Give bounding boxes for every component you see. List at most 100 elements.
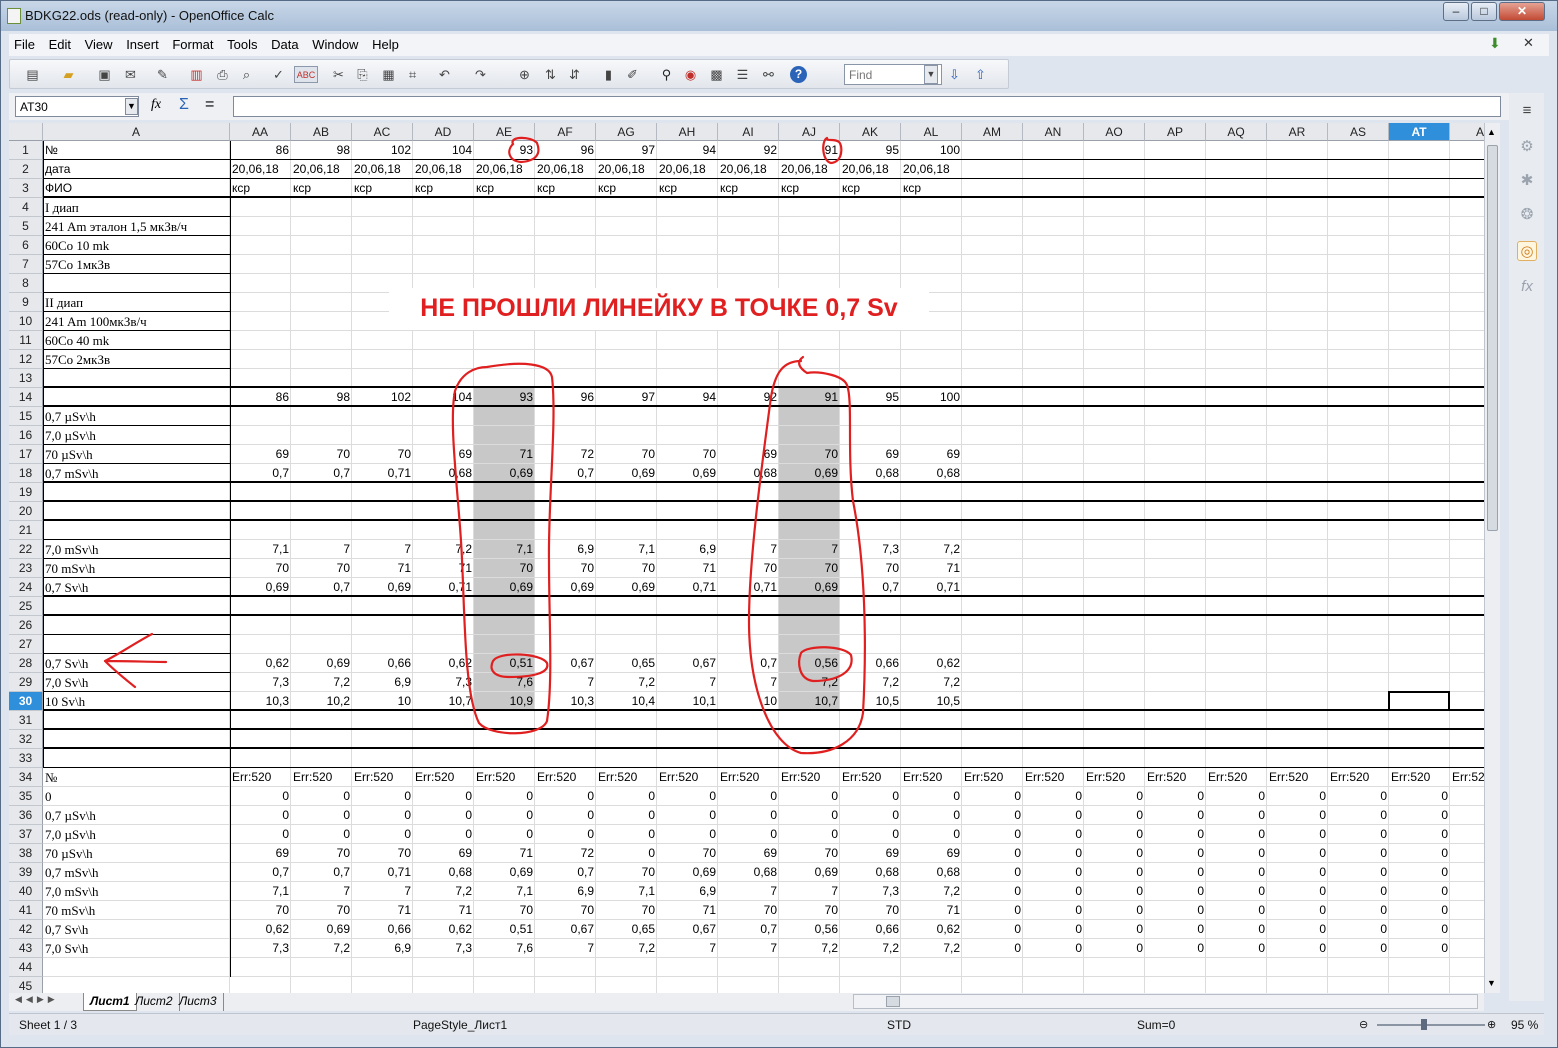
- function-wizard-icon[interactable]: fx: [151, 97, 161, 113]
- cut-icon[interactable]: ✂: [330, 66, 347, 83]
- data-cell[interactable]: 0,69: [779, 865, 840, 880]
- data-cell[interactable]: 0: [1328, 941, 1389, 956]
- label-cell[interactable]: №: [43, 143, 229, 158]
- data-cell[interactable]: Err:520: [1145, 770, 1206, 785]
- data-cell[interactable]: 0,62: [413, 922, 474, 937]
- hyperlink-icon[interactable]: ⊕: [516, 66, 533, 83]
- data-cell[interactable]: 69: [230, 447, 291, 462]
- data-cell[interactable]: 7: [352, 542, 413, 557]
- data-cell[interactable]: Err:520: [840, 770, 901, 785]
- data-cell[interactable]: 0: [1389, 941, 1450, 956]
- data-cell[interactable]: 70: [718, 561, 779, 576]
- column-header[interactable]: A: [1450, 123, 1484, 141]
- data-cell[interactable]: 7,2: [901, 941, 962, 956]
- row-header[interactable]: 16: [9, 426, 43, 445]
- data-cell[interactable]: 0,65: [596, 922, 657, 937]
- data-cell[interactable]: 0,69: [230, 580, 291, 595]
- label-cell[interactable]: 7,0 Sv\h: [43, 675, 229, 690]
- zoom-icon[interactable]: ⚯: [760, 66, 777, 83]
- data-cell[interactable]: 0: [1389, 846, 1450, 861]
- data-cell[interactable]: 0,51: [474, 922, 535, 937]
- data-cell[interactable]: 0: [1206, 922, 1267, 937]
- data-cell[interactable]: 0: [1023, 808, 1084, 823]
- data-cell[interactable]: 92: [718, 143, 779, 158]
- data-cell[interactable]: кср: [352, 181, 413, 196]
- label-cell[interactable]: 241 Am эталон 1,5 мкЗв/ч: [43, 219, 229, 234]
- data-cell[interactable]: 104: [413, 390, 474, 405]
- data-cell[interactable]: 0,69: [474, 580, 535, 595]
- data-cell[interactable]: 7,2: [901, 542, 962, 557]
- row-header[interactable]: 21: [9, 521, 43, 540]
- data-cell[interactable]: 6,9: [535, 542, 596, 557]
- label-cell[interactable]: 0: [43, 789, 229, 804]
- data-cell[interactable]: 0: [1267, 846, 1328, 861]
- data-cell[interactable]: 71: [901, 561, 962, 576]
- row-header[interactable]: 42: [9, 920, 43, 939]
- data-cell[interactable]: Err:520: [962, 770, 1023, 785]
- data-cell[interactable]: 0,71: [901, 580, 962, 595]
- zoom-in-icon[interactable]: ⊕: [1487, 1018, 1496, 1031]
- save-icon[interactable]: ▣: [96, 66, 113, 83]
- data-cell[interactable]: 94: [657, 143, 718, 158]
- data-cell[interactable]: 0: [1084, 846, 1145, 861]
- label-cell[interactable]: 70 µSv\h: [43, 846, 229, 861]
- data-cell[interactable]: Err:520: [657, 770, 718, 785]
- menu-data[interactable]: Data: [266, 34, 303, 52]
- row-header[interactable]: 35: [9, 787, 43, 806]
- find-previous-icon[interactable]: ⇧: [972, 66, 989, 83]
- name-box-dropdown-icon[interactable]: ▼: [125, 98, 138, 115]
- data-cell[interactable]: 70: [779, 561, 840, 576]
- export-pdf-icon[interactable]: ▥: [188, 66, 205, 83]
- zoom-level[interactable]: 95 %: [1511, 1018, 1538, 1032]
- data-cell[interactable]: 20,06,18: [413, 162, 474, 177]
- data-cell[interactable]: 0,65: [596, 656, 657, 671]
- column-header[interactable]: AH: [657, 123, 718, 141]
- data-cell[interactable]: 70: [352, 846, 413, 861]
- data-cell[interactable]: 20,06,18: [352, 162, 413, 177]
- data-cell[interactable]: 0,69: [657, 466, 718, 481]
- data-cell[interactable]: 0: [352, 789, 413, 804]
- navigator-icon[interactable]: ◉: [682, 66, 699, 83]
- label-cell[interactable]: 10 Sv\h: [43, 694, 229, 709]
- find-replace-icon[interactable]: ⚲: [658, 66, 675, 83]
- data-cell[interactable]: 7,2: [779, 941, 840, 956]
- data-cell[interactable]: 0: [962, 903, 1023, 918]
- row-header[interactable]: 2: [9, 160, 43, 179]
- data-cell[interactable]: 0: [1206, 884, 1267, 899]
- data-cell[interactable]: 0,7: [535, 466, 596, 481]
- clone-formatting-icon[interactable]: ⌗: [404, 66, 421, 83]
- data-cell[interactable]: 0: [779, 808, 840, 823]
- data-cell[interactable]: 0: [1389, 922, 1450, 937]
- data-cell[interactable]: 0,69: [779, 580, 840, 595]
- data-cell[interactable]: Err:520: [1023, 770, 1084, 785]
- data-cell[interactable]: 7,1: [596, 884, 657, 899]
- data-cell[interactable]: 0,62: [413, 656, 474, 671]
- data-cell[interactable]: 0: [1389, 865, 1450, 880]
- label-cell[interactable]: ФИО: [43, 181, 229, 196]
- column-header[interactable]: AA: [230, 123, 291, 141]
- data-cell[interactable]: 0: [1084, 827, 1145, 842]
- data-cell[interactable]: 0: [413, 827, 474, 842]
- data-cell[interactable]: 0: [1267, 808, 1328, 823]
- data-cell[interactable]: 10,7: [413, 694, 474, 709]
- column-header[interactable]: AO: [1084, 123, 1145, 141]
- data-cell[interactable]: 7,3: [840, 542, 901, 557]
- data-cell[interactable]: 71: [657, 561, 718, 576]
- data-cell[interactable]: 0: [1145, 865, 1206, 880]
- edit-file-icon[interactable]: ✎: [154, 66, 171, 83]
- data-cell[interactable]: 0,69: [474, 466, 535, 481]
- data-cell[interactable]: 0: [962, 884, 1023, 899]
- data-cell[interactable]: 0: [840, 827, 901, 842]
- row-header[interactable]: 43: [9, 939, 43, 958]
- data-cell[interactable]: 10,5: [840, 694, 901, 709]
- row-header[interactable]: 11: [9, 331, 43, 350]
- data-cell[interactable]: 0: [840, 808, 901, 823]
- row-header[interactable]: 45: [9, 977, 43, 993]
- label-cell[interactable]: 7,0 µSv\h: [43, 428, 229, 443]
- data-cell[interactable]: 7,1: [230, 884, 291, 899]
- row-header[interactable]: 22: [9, 540, 43, 559]
- data-cell[interactable]: 0: [1267, 941, 1328, 956]
- data-cell[interactable]: 7,2: [596, 941, 657, 956]
- row-header[interactable]: 27: [9, 635, 43, 654]
- data-cell[interactable]: Err:520: [291, 770, 352, 785]
